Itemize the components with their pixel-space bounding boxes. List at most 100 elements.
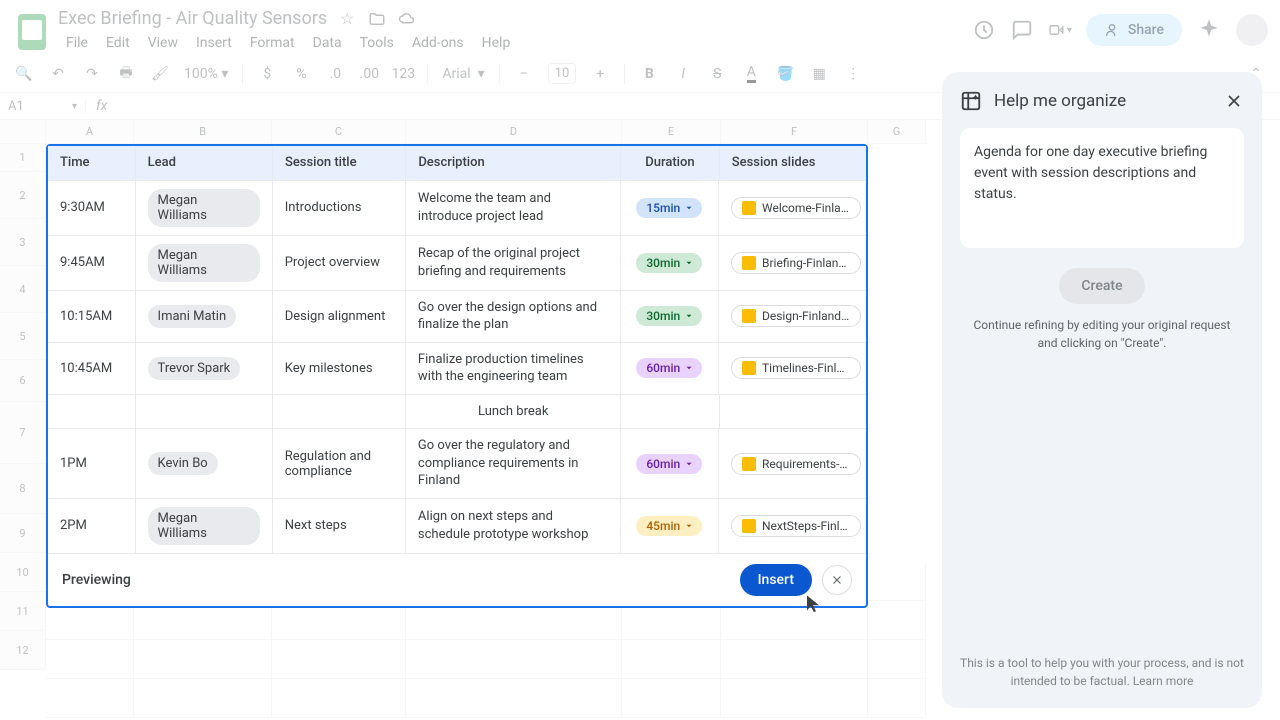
row-header[interactable]: 4	[0, 266, 46, 313]
row-header[interactable]: 6	[0, 360, 46, 402]
comment-icon[interactable]	[1010, 18, 1034, 42]
menu-view[interactable]: View	[140, 31, 186, 55]
increase-decimal-icon[interactable]: .00	[359, 64, 379, 84]
person-chip[interactable]: Imani Matin	[148, 305, 237, 328]
paint-format-icon[interactable]: 🖌	[150, 64, 170, 84]
menu-help[interactable]: Help	[474, 31, 519, 55]
row-header[interactable]: 9	[0, 514, 46, 553]
person-chip[interactable]: Megan Williams	[148, 189, 260, 227]
decrease-font-icon[interactable]: −	[514, 64, 534, 84]
print-icon[interactable]: 🖶	[116, 64, 136, 84]
row-header[interactable]: 3	[0, 219, 46, 266]
file-chip[interactable]: Welcome-Finlan…	[731, 197, 861, 219]
account-avatar[interactable]	[1236, 14, 1268, 46]
row-header[interactable]: 1	[0, 144, 46, 172]
col-header[interactable]: F	[721, 120, 868, 143]
sheets-logo	[12, 12, 52, 52]
close-panel-button[interactable]	[1224, 91, 1244, 111]
cloud-saved-icon[interactable]	[397, 9, 417, 29]
person-chip[interactable]: Kevin Bo	[148, 452, 218, 475]
insert-button[interactable]: Insert	[740, 564, 812, 596]
search-icon[interactable]: 🔍	[14, 64, 34, 84]
file-chip[interactable]: Requirements-Fi…	[731, 453, 861, 475]
row-header[interactable]: 10	[0, 553, 46, 592]
row-header[interactable]: 11	[0, 592, 46, 631]
cell-duration: 60min	[621, 429, 719, 498]
person-chip[interactable]: Trevor Spark	[148, 357, 241, 380]
row-header[interactable]: 7	[0, 402, 46, 464]
number-format[interactable]: 123	[393, 64, 413, 84]
duration-chip[interactable]: 45min	[636, 516, 702, 536]
cell-duration	[621, 395, 720, 429]
text-color-icon[interactable]: A	[741, 64, 761, 84]
col-header[interactable]: E	[622, 120, 721, 143]
zoom-select[interactable]: 100% ▾	[184, 66, 228, 82]
fill-color-icon[interactable]: 🪣	[775, 64, 795, 84]
create-button[interactable]: Create	[1059, 268, 1144, 304]
cell-time: 9:45AM	[48, 236, 136, 290]
move-folder-icon[interactable]	[367, 9, 387, 29]
menu-format[interactable]: Format	[242, 31, 303, 55]
share-button[interactable]: Share	[1086, 14, 1182, 46]
cell-description: Go over the regulatory and compliance re…	[406, 429, 621, 498]
file-chip[interactable]: NextSteps-Finlan…	[731, 515, 861, 537]
cell-duration: 30min	[621, 236, 719, 290]
menu-tools[interactable]: Tools	[352, 31, 402, 55]
undo-icon[interactable]: ↶	[48, 64, 68, 84]
more-toolbar-icon[interactable]: ⋮	[843, 64, 863, 84]
col-header[interactable]: B	[134, 120, 272, 143]
menu-addons[interactable]: Add-ons	[404, 31, 472, 55]
row-header[interactable]: 2	[0, 172, 46, 219]
currency-icon[interactable]: $	[257, 64, 277, 84]
menu-data[interactable]: Data	[305, 31, 350, 55]
increase-font-icon[interactable]: +	[590, 64, 610, 84]
menu-file[interactable]: File	[58, 31, 96, 55]
file-chip[interactable]: Timelines-Finlan…	[731, 357, 861, 379]
file-chip[interactable]: Design-FinlandC…	[731, 305, 861, 327]
borders-icon[interactable]: ▦	[809, 64, 829, 84]
col-header[interactable]: A	[46, 120, 134, 143]
meet-icon[interactable]: ▾	[1048, 18, 1072, 42]
row-header[interactable]: 8	[0, 464, 46, 514]
table-row: Lunch break	[48, 395, 866, 430]
history-icon[interactable]	[972, 18, 996, 42]
strike-icon[interactable]: S	[707, 64, 727, 84]
refine-hint: Continue refining by editing your origin…	[960, 316, 1244, 352]
col-header[interactable]: D	[406, 120, 622, 143]
name-box[interactable]: A1▾	[0, 99, 86, 114]
person-chip[interactable]: Megan Williams	[148, 244, 260, 282]
row-header[interactable]: 5	[0, 313, 46, 360]
col-header[interactable]: C	[272, 120, 406, 143]
duration-chip[interactable]: 15min	[636, 198, 702, 218]
italic-icon[interactable]: I	[673, 64, 693, 84]
person-chip[interactable]: Megan Williams	[148, 507, 260, 545]
document-title[interactable]: Exec Briefing - Air Quality Sensors	[58, 8, 327, 29]
bold-icon[interactable]: B	[639, 64, 659, 84]
menu-edit[interactable]: Edit	[98, 31, 138, 55]
cell-duration: 15min	[621, 181, 719, 235]
star-icon[interactable]: ☆	[337, 9, 357, 29]
duration-chip[interactable]: 30min	[636, 253, 702, 273]
header-duration: Duration	[621, 146, 720, 180]
duration-chip[interactable]: 60min	[636, 358, 702, 378]
cell-time: 9:30AM	[48, 181, 136, 235]
font-size-input[interactable]: 10	[548, 63, 577, 84]
menu-bar: File Edit View Insert Format Data Tools …	[58, 31, 972, 55]
percent-icon[interactable]: %	[291, 64, 311, 84]
cell-description: Recap of the original project briefing a…	[406, 236, 621, 290]
redo-icon[interactable]: ↷	[82, 64, 102, 84]
prompt-textarea[interactable]: Agenda for one day executive briefing ev…	[960, 128, 1244, 248]
font-select[interactable]: Arial ▾	[442, 66, 484, 82]
duration-chip[interactable]: 30min	[636, 306, 702, 326]
dismiss-preview-button[interactable]	[822, 565, 852, 595]
row-header[interactable]: 12	[0, 631, 46, 670]
cell-session-title: Next steps	[273, 499, 406, 553]
menu-insert[interactable]: Insert	[188, 31, 240, 55]
cell-time	[48, 395, 136, 429]
previewing-label: Previewing	[62, 572, 131, 588]
duration-chip[interactable]: 60min	[636, 454, 702, 474]
col-header[interactable]: G	[868, 120, 926, 143]
decrease-decimal-icon[interactable]: .0	[325, 64, 345, 84]
gemini-spark-icon[interactable]	[1196, 17, 1222, 43]
file-chip[interactable]: Briefing-Finland…	[731, 252, 861, 274]
